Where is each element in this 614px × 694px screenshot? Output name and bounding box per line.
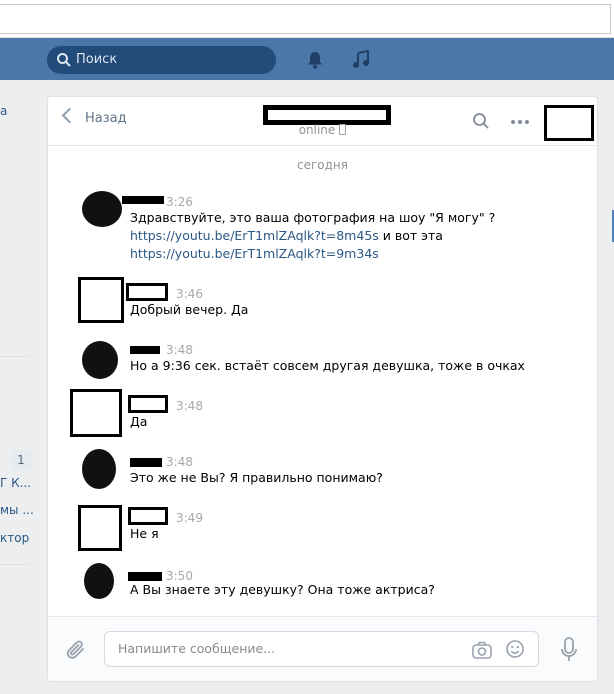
message-text: А Вы знаете эту девушку? Она тоже актрис… bbox=[130, 582, 435, 597]
divider bbox=[0, 564, 30, 565]
attach-icon[interactable] bbox=[65, 639, 87, 661]
search-icon bbox=[57, 53, 71, 67]
message-placeholder: Напишите сообщение... bbox=[118, 641, 276, 656]
message-time: 3:49 bbox=[176, 511, 203, 525]
redacted-sender-name[interactable] bbox=[130, 458, 162, 467]
more-icon[interactable] bbox=[510, 119, 530, 125]
message-input[interactable]: Напишите сообщение... bbox=[104, 631, 539, 667]
date-divider: сегодня bbox=[297, 158, 348, 172]
message-item: 3:48 Да bbox=[48, 389, 597, 439]
sidebar-fragment[interactable]: ктор bbox=[0, 531, 29, 545]
redacted-avatar[interactable] bbox=[70, 389, 122, 437]
message-time: 3:48 bbox=[166, 343, 193, 357]
message-line: Здравствуйте, это ваша фотография на шоу… bbox=[130, 210, 496, 225]
message-text: Добрый вечер. Да bbox=[130, 302, 249, 317]
message-time: 3:46 bbox=[176, 287, 203, 301]
message-text: Но а 9:36 сек. встаёт совсем другая деву… bbox=[130, 358, 525, 373]
redacted-sender-name[interactable] bbox=[128, 507, 168, 525]
message-line: https://youtu.be/ErT1mlZAqlk?t=9m34s bbox=[130, 245, 495, 263]
message-item: 3:49 Не я bbox=[48, 505, 597, 553]
redacted-avatar[interactable] bbox=[84, 563, 114, 599]
redacted-avatar[interactable] bbox=[82, 341, 118, 379]
message-item: 3:26 Здравствуйте, это ваша фотография н… bbox=[48, 189, 597, 269]
sidebar-fragment[interactable]: Г К... bbox=[0, 476, 31, 490]
top-navbar: Поиск bbox=[0, 38, 614, 80]
address-bar[interactable] bbox=[0, 4, 611, 34]
redacted-sender-name[interactable] bbox=[122, 196, 164, 204]
message-item: 3:48 Но а 9:36 сек. встаёт совсем другая… bbox=[48, 339, 597, 383]
message-time: 3:26 bbox=[166, 195, 193, 209]
camera-icon[interactable] bbox=[471, 640, 493, 660]
status-text: online bbox=[298, 123, 336, 137]
message-fragment: и вот эта bbox=[378, 228, 443, 243]
search-input[interactable]: Поиск bbox=[47, 46, 276, 74]
music-icon[interactable] bbox=[350, 50, 372, 70]
redacted-avatar[interactable] bbox=[78, 277, 124, 323]
redacted-avatar[interactable] bbox=[82, 191, 122, 227]
message-time: 3:48 bbox=[176, 399, 203, 413]
redacted-avatar[interactable] bbox=[78, 505, 122, 551]
video-link[interactable]: https://youtu.be/ErT1mlZAqlk?t=8m45s bbox=[130, 228, 379, 243]
search-icon[interactable] bbox=[472, 112, 490, 130]
sidebar-fragment[interactable]: а bbox=[0, 104, 7, 118]
redacted-sender-name[interactable] bbox=[128, 572, 162, 581]
emoji-icon[interactable] bbox=[505, 639, 525, 659]
chat-header: Назад online bbox=[48, 97, 597, 146]
message-text: Не я bbox=[130, 526, 159, 541]
redacted-sender-name[interactable] bbox=[126, 283, 168, 301]
search-placeholder: Поиск bbox=[76, 52, 118, 67]
redacted-contact-avatar[interactable] bbox=[544, 105, 594, 141]
video-link[interactable]: https://youtu.be/ErT1mlZAqlk?t=9m34s bbox=[130, 246, 379, 261]
chevron-left-icon bbox=[61, 107, 78, 124]
browser-toolbar bbox=[0, 0, 614, 38]
counter-badge[interactable]: 1 bbox=[11, 450, 31, 470]
message-item: 3:48 Это же не Вы? Я правильно понимаю? bbox=[48, 449, 597, 493]
message-line: https://youtu.be/ErT1mlZAqlk?t=8m45s и в… bbox=[130, 227, 495, 245]
message-text: Здравствуйте, это ваша фотография на шоу… bbox=[130, 209, 495, 263]
divider bbox=[0, 356, 30, 357]
bell-icon[interactable] bbox=[305, 50, 325, 70]
message-text: Да bbox=[130, 414, 148, 429]
redacted-avatar[interactable] bbox=[82, 449, 116, 489]
message-text: Это же не Вы? Я правильно понимаю? bbox=[130, 470, 383, 485]
mobile-icon bbox=[339, 124, 347, 135]
redacted-contact-name[interactable] bbox=[263, 105, 391, 125]
sidebar-fragment[interactable]: мы ... bbox=[0, 503, 34, 517]
left-sidebar: а 1 Г К... мы ... ктор bbox=[0, 80, 40, 694]
redacted-sender-name[interactable] bbox=[130, 346, 160, 354]
redacted-sender-name[interactable] bbox=[128, 395, 168, 413]
message-item: 3:46 Добрый вечер. Да bbox=[48, 277, 597, 327]
chat-panel: Назад online сегодня 3:26 Здравствуйте, … bbox=[47, 96, 598, 682]
online-status: online bbox=[48, 123, 597, 137]
message-item: 3:50 А Вы знаете эту девушку? Она тоже а… bbox=[48, 563, 597, 607]
microphone-icon[interactable] bbox=[560, 637, 578, 663]
message-time: 3:48 bbox=[166, 455, 193, 469]
message-composer: Напишите сообщение... bbox=[48, 616, 597, 681]
